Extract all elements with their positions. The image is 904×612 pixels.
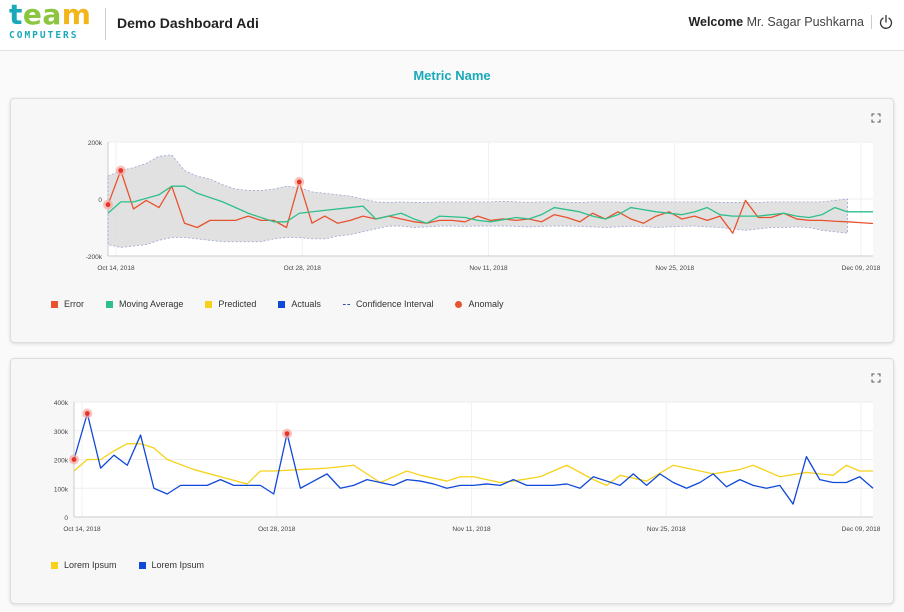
actuals-chart-legend: Lorem Ipsum Lorem Ipsum [51, 560, 204, 570]
x-tick-label: Oct 14, 2018 [63, 526, 101, 533]
y-tick-label: 0 [64, 515, 68, 522]
y-tick-label: 200k [88, 140, 103, 147]
x-tick-label: Dec 09, 2018 [842, 526, 881, 533]
legend-swatch [51, 300, 58, 308]
y-tick-label: -200k [86, 254, 103, 261]
legend-swatch [138, 561, 146, 569]
power-icon[interactable] [878, 14, 894, 30]
x-tick-label: Oct 28, 2018 [284, 265, 322, 272]
x-tick-label: Oct 28, 2018 [258, 526, 296, 533]
legend-label: Confidence Interval [355, 299, 434, 309]
x-tick-label: Oct 14, 2018 [97, 265, 135, 272]
y-tick-label: 300k [54, 429, 69, 436]
metric-title: Metric Name [413, 68, 491, 83]
legend-label: Lorem Ipsum [64, 560, 117, 570]
legend-swatch [205, 300, 213, 308]
header-divider [105, 8, 106, 40]
actuals-chart: 400k 300k 200k 100k 0 Oct 14, 2018 Oct 28, 201… [54, 400, 881, 533]
y-tick-label: 100k [54, 486, 69, 493]
legend-label: Anomaly [468, 299, 504, 309]
legend-swatch [51, 561, 58, 569]
legend-item[interactable]: Actuals [278, 299, 321, 309]
logo-letter: t [9, 0, 23, 31]
legend-swatch [106, 300, 113, 308]
legend-item[interactable]: Lorem Ipsum [51, 560, 117, 570]
error-chart-legend: Error Moving Average Predicted Actuals Confi… [51, 299, 504, 309]
legend-label: Predicted [218, 299, 257, 309]
anomaly-point [118, 168, 124, 173]
anomaly-point [84, 411, 90, 416]
header-divider-right [871, 15, 872, 29]
anomaly-point [105, 202, 111, 208]
x-tick-label: Nov 25, 2018 [655, 265, 694, 272]
legend-swatch [278, 300, 286, 308]
welcome-message: Welcome Mr. Sagar Pushkarna [688, 15, 864, 29]
y-tick-label: 200k [54, 458, 69, 465]
logo-wordmark: team [9, 0, 91, 32]
logo-subtitle: COMPUTERS [9, 30, 79, 41]
team-computers-logo[interactable]: team COMPUTERS [9, 0, 93, 42]
actuals-chart-card: 400k 300k 200k 100k 0 Oct 14, 2018 Oct 28, 201… [10, 358, 894, 604]
legend-item[interactable]: Confidence Interval [342, 299, 434, 309]
legend-item[interactable]: Predicted [205, 299, 256, 309]
x-tick-label: Nov 11, 2018 [469, 265, 508, 272]
error-chart-card: 200k 0 -200k Oct 14, 2018 Oct 28, 2018 Nov 11… [10, 98, 894, 343]
logo-letter: e [22, 0, 43, 31]
legend-item[interactable]: Anomaly [455, 299, 504, 309]
legend-label: Lorem Ipsum [151, 560, 205, 570]
legend-label: Error [64, 299, 84, 309]
legend-item[interactable]: Lorem Ipsum [138, 560, 205, 570]
error-chart: 200k 0 -200k Oct 14, 2018 Oct 28, 2018 Nov 11… [86, 140, 881, 272]
anomaly-point [296, 179, 302, 185]
app-header: team COMPUTERS Demo Dashboard Adi Welcom… [0, 0, 904, 51]
logo-letter: m [61, 0, 92, 31]
legend-swatch [455, 300, 463, 308]
legend-swatch [342, 303, 350, 305]
app-title: Demo Dashboard Adi [117, 15, 259, 31]
anomaly-point [284, 431, 290, 437]
x-tick-label: Dec 09, 2018 [842, 265, 881, 272]
user-name: Mr. Sagar Pushkarna [746, 15, 864, 29]
y-tick-label: 0 [98, 197, 102, 204]
x-tick-label: Nov 11, 2018 [452, 526, 491, 533]
anomaly-point [71, 457, 77, 462]
legend-item[interactable]: Moving Average [106, 299, 183, 309]
legend-label: Actuals [291, 299, 321, 309]
welcome-label: Welcome [688, 15, 744, 29]
legend-label: Moving Average [119, 299, 184, 309]
y-tick-label: 400k [54, 400, 69, 407]
legend-item[interactable]: Error [51, 299, 84, 309]
x-tick-label: Nov 25, 2018 [647, 526, 686, 533]
logo-letter: a [42, 0, 62, 31]
